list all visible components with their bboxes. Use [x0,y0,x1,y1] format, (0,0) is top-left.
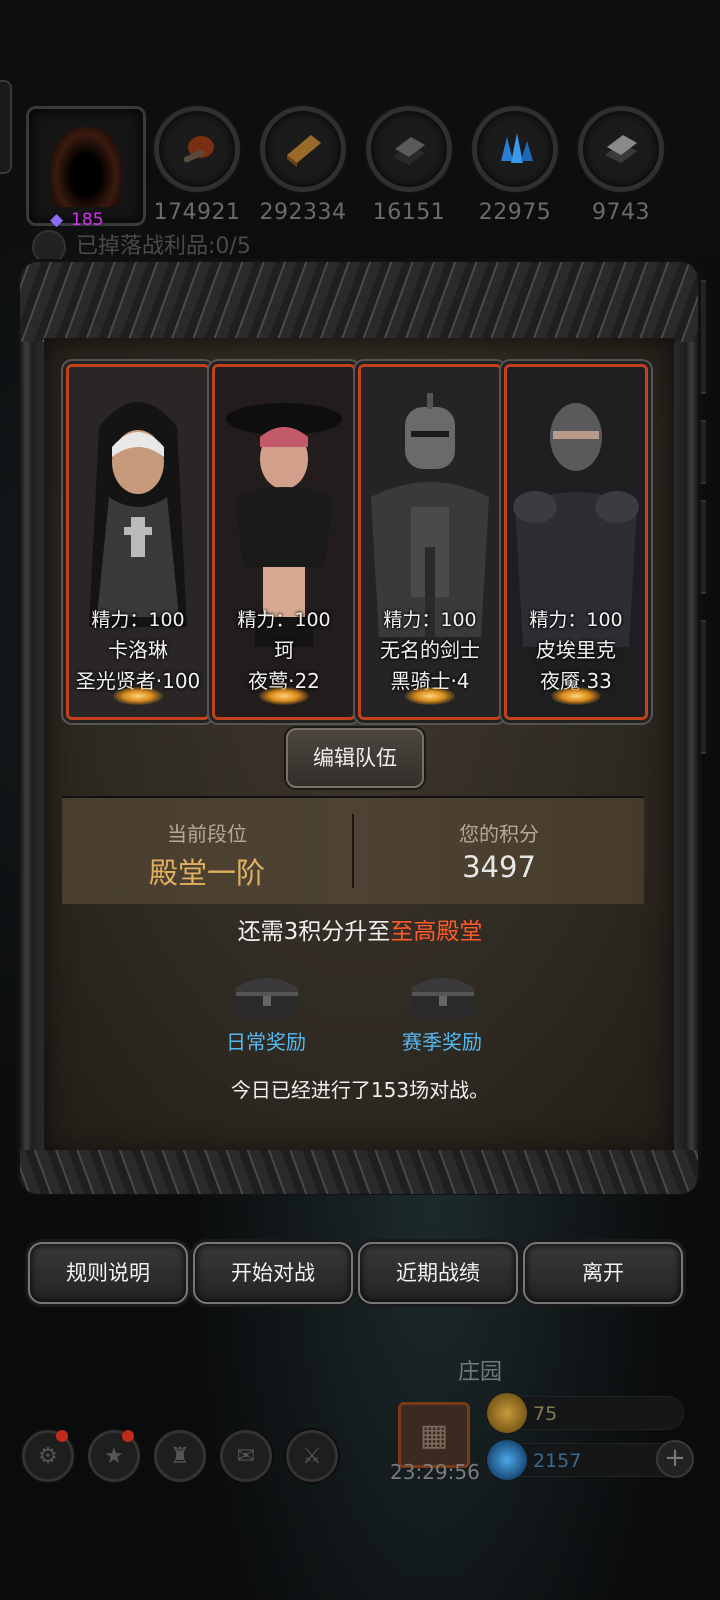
loot-status: 已掉落战利品:0/5 [32,228,251,264]
resource-iron-value: 16151 [372,200,446,225]
resource-ring [472,106,558,192]
add-currency-button[interactable]: + [656,1440,694,1478]
mail-icon[interactable]: ✉ [220,1430,272,1482]
current-rank-label: 当前段位 [167,822,247,846]
hero-name: 珂 [274,638,294,662]
leave-button[interactable]: 离开 [523,1242,683,1304]
season-reward-button[interactable]: 赛季奖励 [362,1026,522,1055]
resource-ring [154,106,240,192]
gold-counter: 75 [484,1393,684,1433]
edit-team-button[interactable]: 编辑队伍 [286,728,424,788]
crystal-icon [501,133,533,163]
leather-icon [183,136,214,163]
gold-value: 75 [533,1403,558,1425]
resource-leather[interactable]: 174921 [152,106,242,225]
gem-icon: ◆ [50,210,64,230]
resource-wood[interactable]: 292334 [258,106,348,225]
promotion-target: 至高殿堂 [390,919,483,945]
season-chest-icon[interactable] [408,968,478,1020]
gem-count: ◆ 185 [50,210,104,230]
blue-coin-icon [487,1440,527,1480]
hero-energy: 精力：100 [237,609,331,631]
resource-wood-value: 292334 [259,200,347,225]
resource-leather-value: 174921 [153,200,241,225]
estate-label: 庄园 [458,1360,503,1385]
resource-steel-value: 9743 [592,200,650,225]
rank-panel: 当前段位 殿堂一阶 您的积分 3497 [62,796,644,904]
hero-name: 无名的剑士 [380,638,480,662]
wood-icon [287,135,321,167]
current-rank-value: 殿堂一阶 [148,856,265,890]
resource-crystal-value: 22975 [478,200,552,225]
daily-reward-button[interactable]: 日常奖励 [186,1026,346,1055]
resource-ring [366,106,452,192]
score-value: 3497 [462,850,536,884]
hero-card[interactable]: 精力：100 珂 夜莺·22 [212,364,356,720]
notification-dot [122,1430,134,1442]
resource-iron[interactable]: 16151 [364,106,454,225]
left-edge-tab[interactable] [0,80,12,174]
resource-ring [578,106,664,192]
resource-ring [260,106,346,192]
hero-card[interactable]: 精力：100 无名的剑士 黑骑士·4 [358,364,502,720]
hero-card[interactable]: 精力：100 卡洛琳 圣光贤者·100 [66,364,210,720]
start-battle-button[interactable]: 开始对战 [193,1242,353,1304]
recent-record-button[interactable]: 近期战绩 [358,1242,518,1304]
loot-icon [32,230,66,264]
blue-currency-counter: 2157 [484,1440,684,1480]
hero-glow-icon [551,687,601,705]
gift-box-icon[interactable]: ▦ [398,1402,470,1468]
today-battles-text: 今日已经进行了153场对战。 [230,1078,490,1102]
hero-glow-icon [259,687,309,705]
score-label: 您的积分 [459,822,539,846]
panel-ornament-bottom [20,1150,698,1194]
daily-chest-icon[interactable] [232,968,302,1020]
promotion-prefix: 还需3积分升至 [237,919,391,945]
player-avatar[interactable] [26,106,146,226]
steel-ingot-icon [605,135,637,163]
blue-currency-value: 2157 [533,1450,582,1472]
hero-energy: 精力：100 [383,609,477,631]
iron-ingot-icon [393,137,425,165]
promotion-text: 还需3积分升至至高殿堂 [0,912,720,946]
gold-coin-icon [487,1393,527,1433]
hero-name: 卡洛琳 [108,638,168,662]
panel-ornament-top [20,262,698,342]
bag-icon[interactable]: ⚔ [286,1430,338,1482]
loot-text: 已掉落战利品:0/5 [76,234,251,259]
gem-count-value: 185 [71,210,104,230]
notification-dot [56,1430,68,1442]
hooded-figure-icon [51,127,121,207]
resource-steel[interactable]: 9743 [576,106,666,225]
resource-crystal[interactable]: 22975 [470,106,560,225]
hero-glow-icon [113,687,163,705]
castle-icon[interactable]: ♜ [154,1430,206,1482]
rules-button[interactable]: 规则说明 [28,1242,188,1304]
hero-energy: 精力：100 [529,609,623,631]
hero-energy: 精力：100 [91,609,185,631]
hero-name: 皮埃里克 [536,638,616,662]
hero-card[interactable]: 精力：100 皮埃里克 夜魇·33 [504,364,648,720]
gift-timer: 23:29:56 [390,1460,480,1484]
hero-glow-icon [405,687,455,705]
